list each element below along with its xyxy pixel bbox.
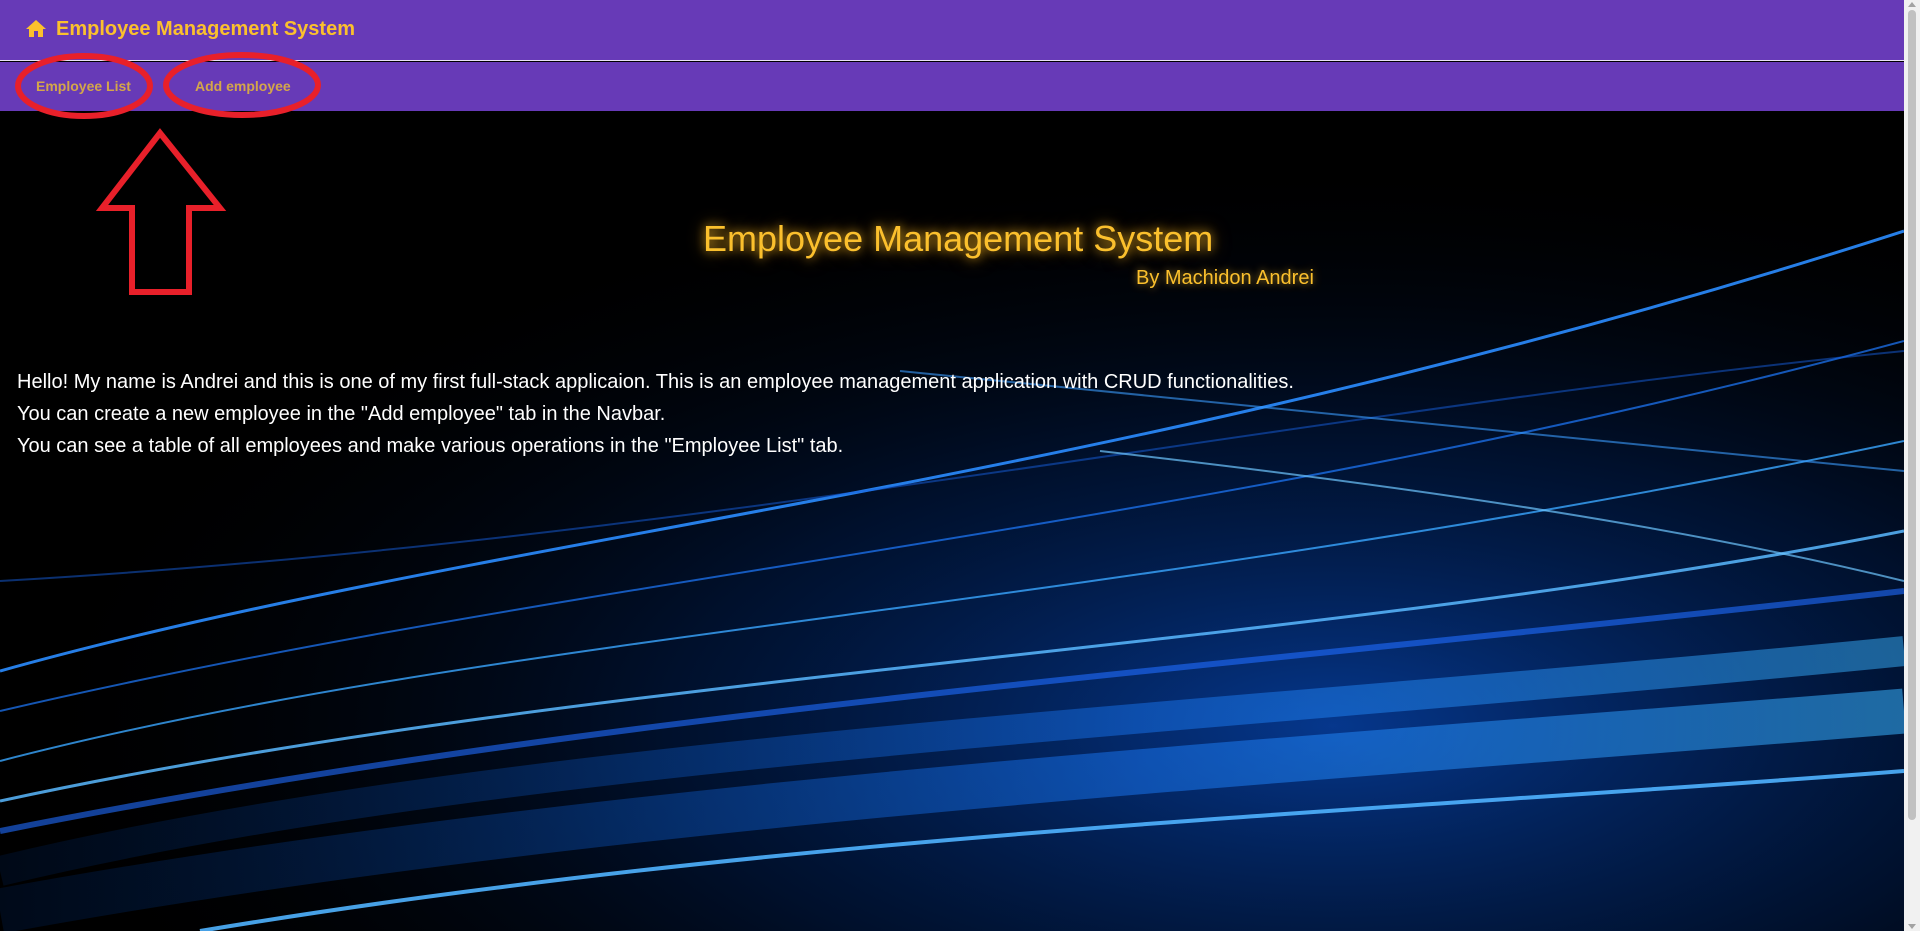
vertical-scrollbar[interactable]	[1904, 0, 1920, 931]
nav-add-employee-link[interactable]: Add employee	[195, 78, 291, 94]
page: Employee Management System Employee List…	[0, 0, 1920, 931]
scroll-up-arrow-icon[interactable]	[1908, 2, 1916, 7]
intro-text: Hello! My name is Andrei and this is one…	[17, 366, 1294, 462]
brand-title: Employee Management System	[56, 17, 355, 40]
scroll-thumb[interactable]	[1908, 10, 1916, 820]
nav-employee-list-link[interactable]: Employee List	[36, 78, 131, 94]
scroll-down-arrow-icon[interactable]	[1908, 924, 1916, 929]
intro-line: You can create a new employee in the "Ad…	[17, 403, 666, 425]
brand-link[interactable]: Employee Management System	[24, 17, 355, 41]
content-area: Employee Management System Employee List…	[0, 0, 1904, 931]
intro-line: Hello! My name is Andrei and this is one…	[17, 371, 1294, 393]
hero-subtitle: By Machidon Andrei	[1136, 267, 1314, 289]
top-toolbar: Employee Management System	[0, 0, 1904, 61]
hero-title: Employee Management System	[703, 218, 1214, 259]
home-icon	[26, 20, 46, 37]
intro-line: You can see a table of all employees and…	[17, 435, 844, 457]
navbar: Employee List Add employee	[0, 62, 1904, 111]
